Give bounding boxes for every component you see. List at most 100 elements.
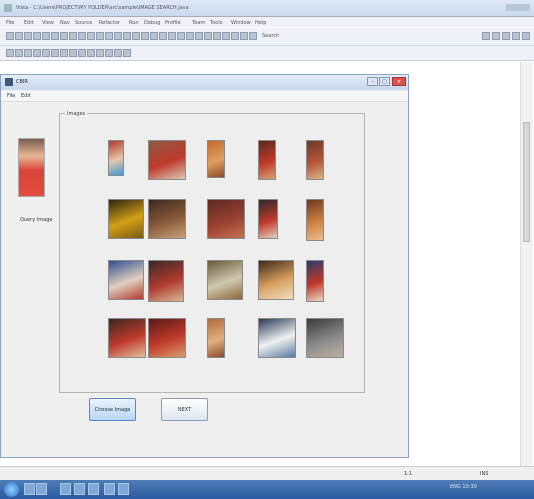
toolbar-icon[interactable] [213, 32, 221, 40]
gallery-thumbnail[interactable] [258, 260, 294, 300]
toolbar-icon[interactable] [222, 32, 230, 40]
gallery-thumbnail[interactable] [207, 140, 225, 178]
taskbar-app-button[interactable] [60, 483, 71, 495]
toolbar-icon[interactable] [96, 49, 104, 57]
toolbar-icon[interactable] [492, 32, 500, 40]
gallery-thumbnail[interactable] [207, 260, 243, 300]
ide-menu-item[interactable]: Tools [210, 20, 222, 26]
gallery-thumbnail[interactable] [258, 199, 278, 239]
toolbar-icon[interactable] [42, 49, 50, 57]
next-button[interactable]: NEXT [161, 398, 208, 421]
toolbar-icon[interactable] [186, 32, 194, 40]
toolbar-icon[interactable] [33, 49, 41, 57]
gallery-thumbnail[interactable] [258, 140, 276, 180]
toolbar-icon[interactable] [105, 32, 113, 40]
maximize-button[interactable]: □ [379, 77, 390, 86]
taskbar-app-button[interactable] [74, 483, 85, 495]
ide-menu-item[interactable]: Profile [165, 20, 181, 26]
toolbar-icon[interactable] [51, 49, 59, 57]
toolbar-icon[interactable] [6, 32, 14, 40]
toolbar-icon[interactable] [51, 32, 59, 40]
toolbar-icon[interactable] [150, 32, 158, 40]
scrollbar-thumb[interactable] [523, 122, 530, 242]
ide-menu-item[interactable]: File [6, 20, 14, 26]
close-button[interactable]: × [392, 77, 406, 86]
ide-menu-item[interactable]: Team [192, 20, 205, 26]
gallery-thumbnail[interactable] [306, 260, 324, 302]
taskbar-app-button[interactable] [36, 483, 47, 495]
toolbar-icon[interactable] [6, 49, 14, 57]
toolbar-icon[interactable] [60, 49, 68, 57]
toolbar-icon[interactable] [105, 49, 113, 57]
toolbar-icon[interactable] [69, 32, 77, 40]
ide-window-controls[interactable] [506, 4, 530, 11]
toolbar-icon[interactable] [123, 49, 131, 57]
taskbar-app-button[interactable] [118, 483, 129, 495]
ide-menu-item[interactable]: View [42, 20, 54, 26]
toolbar-icon[interactable] [502, 32, 510, 40]
ide-menu-item[interactable]: Help [255, 20, 266, 26]
taskbar-app-button[interactable] [88, 483, 99, 495]
menu-file[interactable]: File [7, 93, 15, 99]
cbir-menu-bar: File Edit [1, 91, 408, 102]
toolbar-icon[interactable] [231, 32, 239, 40]
toolbar-icon[interactable] [512, 32, 520, 40]
toolbar-icon[interactable] [141, 32, 149, 40]
gallery-thumbnail[interactable] [306, 199, 324, 241]
toolbar-icon[interactable] [87, 49, 95, 57]
gallery-thumbnail[interactable] [108, 140, 124, 176]
ide-menu-item[interactable]: Source [75, 20, 92, 26]
gallery-thumbnail[interactable] [258, 318, 296, 358]
toolbar-icon[interactable] [15, 49, 23, 57]
toolbar-icon[interactable] [24, 32, 32, 40]
taskbar-app-button[interactable] [24, 483, 35, 495]
toolbar-icon[interactable] [42, 32, 50, 40]
start-button-icon[interactable] [4, 482, 19, 497]
toolbar-icon[interactable] [132, 32, 140, 40]
ide-menu-item[interactable]: Run [129, 20, 139, 26]
toolbar-icon[interactable] [78, 32, 86, 40]
toolbar-icon[interactable] [168, 32, 176, 40]
toolbar-icon[interactable] [87, 32, 95, 40]
menu-edit[interactable]: Edit [21, 93, 31, 99]
gallery-thumbnail[interactable] [148, 199, 186, 239]
toolbar-icon[interactable] [240, 32, 248, 40]
toolbar-icon[interactable] [482, 32, 490, 40]
gallery-thumbnail[interactable] [148, 260, 184, 302]
toolbar-icon[interactable] [24, 49, 32, 57]
gallery-thumbnail[interactable] [207, 318, 225, 358]
toolbar-icon[interactable] [177, 32, 185, 40]
ide-menu-item[interactable]: Nav [60, 20, 70, 26]
toolbar-icon[interactable] [114, 32, 122, 40]
ide-menu-item[interactable]: Window [231, 20, 251, 26]
toolbar-icon[interactable] [249, 32, 257, 40]
ide-menu-item[interactable]: Debug [144, 20, 160, 26]
toolbar-icon[interactable] [159, 32, 167, 40]
gallery-thumbnail[interactable] [207, 199, 245, 239]
toolbar-icon[interactable] [69, 49, 77, 57]
gallery-thumbnail[interactable] [306, 318, 344, 358]
ide-menu-item[interactable]: Refactor [99, 20, 120, 26]
cbir-title-text: CBIR [16, 79, 28, 85]
toolbar-icon[interactable] [15, 32, 23, 40]
gallery-thumbnail[interactable] [108, 199, 144, 239]
minimize-button[interactable]: – [367, 77, 378, 86]
toolbar-icon[interactable] [114, 49, 122, 57]
toolbar-icon[interactable] [33, 32, 41, 40]
toolbar-icon[interactable] [78, 49, 86, 57]
taskbar-app-button[interactable] [104, 483, 115, 495]
toolbar-icon[interactable] [522, 32, 530, 40]
ide-vertical-scrollbar[interactable] [520, 62, 533, 466]
gallery-thumbnail[interactable] [148, 140, 186, 180]
gallery-thumbnail[interactable] [148, 318, 186, 358]
gallery-thumbnail[interactable] [306, 140, 324, 180]
gallery-thumbnail[interactable] [108, 260, 144, 300]
toolbar-icon[interactable] [204, 32, 212, 40]
toolbar-icon[interactable] [123, 32, 131, 40]
ide-menu-item[interactable]: Edit [24, 20, 34, 26]
toolbar-icon[interactable] [96, 32, 104, 40]
toolbar-icon[interactable] [60, 32, 68, 40]
gallery-thumbnail[interactable] [108, 318, 146, 358]
choose-image-button[interactable]: Choose Image [89, 398, 136, 421]
toolbar-icon[interactable] [195, 32, 203, 40]
